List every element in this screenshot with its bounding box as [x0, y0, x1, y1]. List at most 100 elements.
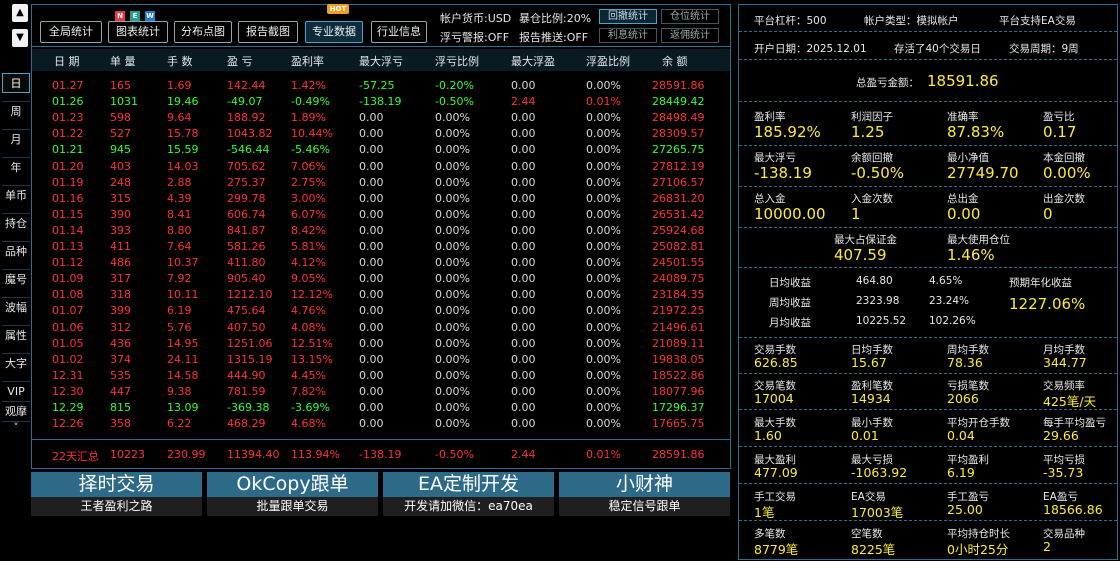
- table-cell: 9.05%: [291, 272, 326, 286]
- table-row[interactable]: 01.14 393 8.80 841.87 8.42% 0.00 0.00% 0.00 0.00…: [32, 224, 730, 239]
- scroll-down-button[interactable]: ▼: [12, 29, 28, 47]
- side-nav: ▲ ▼ 日 周 月 年 单币 持仓 品种 魔号 波幅 属性 大字 VIP 观摩 …: [0, 0, 30, 560]
- industry-info-button[interactable]: 行业信息: [371, 21, 427, 43]
- table-row[interactable]: 01.07 399 6.19 475.64 4.76% 0.00 0.00% 0.00 0.00…: [32, 304, 730, 319]
- chart-stats-button[interactable]: 图表统计: [108, 21, 168, 43]
- side-tab-month[interactable]: 月: [2, 129, 30, 149]
- table-row[interactable]: 01.09 317 7.92 905.40 9.05% 0.00 0.00% 0.00 0.00…: [32, 272, 730, 287]
- table-row[interactable]: 01.06 312 5.76 407.50 4.08% 0.00 0.00% 0.00 0.00…: [32, 321, 730, 336]
- col-balance[interactable]: 余 额: [662, 53, 688, 69]
- side-tab-bigfont[interactable]: 大字: [2, 353, 30, 373]
- side-tab-week[interactable]: 周: [2, 101, 30, 121]
- table-cell: 527: [110, 127, 131, 141]
- table-row[interactable]: 01.15 390 8.41 606.74 6.07% 0.00 0.00% 0.00 0.00…: [32, 208, 730, 223]
- stat-label: 盈亏比: [1043, 111, 1075, 123]
- drawdown-stats-button[interactable]: 回撤统计: [599, 9, 657, 24]
- divider: [739, 337, 1117, 338]
- table-row[interactable]: 12.30 447 9.38 781.59 7.82% 0.00 0.00% 0.00 0.00…: [32, 385, 730, 400]
- col-pnl[interactable]: 盈 亏: [227, 53, 253, 69]
- stat-label: 本金回撤: [1043, 152, 1085, 164]
- table-row[interactable]: 01.08 318 10.11 1212.10 12.12% 0.00 0.00% 0.00 0…: [32, 288, 730, 303]
- table-cell: 0.00%: [586, 191, 621, 205]
- side-tab-magic[interactable]: 魔号: [2, 269, 30, 289]
- promo-ea-dev[interactable]: EA定制开发 开发请加微信：ea70ea: [383, 472, 554, 516]
- global-stats-button[interactable]: 全局统计: [40, 21, 102, 43]
- annual-return-label: 预期年化收益: [1009, 277, 1072, 289]
- table-cell: 0.00%: [586, 401, 621, 414]
- report-push-toggle[interactable]: 报告推送:OFF: [519, 29, 588, 45]
- table-cell: 275.37: [227, 175, 266, 189]
- table-row[interactable]: 01.02 374 24.11 1315.19 13.15% 0.00 0.00% 0.00 0…: [32, 353, 730, 368]
- table-row[interactable]: 12.29 815 13.09 -369.38 -3.69% 0.00 0.00% 0.00 0…: [32, 401, 730, 416]
- table-row[interactable]: 01.13 411 7.64 581.26 5.81% 0.00 0.00% 0.00 0.00…: [32, 240, 730, 255]
- promo-timing-trade[interactable]: 择时交易 王者盈利之路: [31, 472, 202, 516]
- table-row[interactable]: 01.23 598 9.64 188.92 1.89% 0.00 0.00% 0.00 0.00…: [32, 111, 730, 126]
- table-row[interactable]: 01.26 1031 19.46 -49.07 -0.49% -138.19 -0.50% 2…: [32, 95, 730, 110]
- side-tab-currency[interactable]: 单币: [2, 185, 30, 205]
- position-stats-button[interactable]: 仓位统计: [661, 9, 719, 24]
- pro-data-button[interactable]: 专业数据: [305, 21, 363, 43]
- side-tab-observe[interactable]: 观摩: [2, 401, 30, 421]
- rebate-stats-button[interactable]: 返佣统计: [661, 28, 719, 43]
- distribution-chart-button[interactable]: 分布点图: [174, 21, 232, 43]
- side-tab-position[interactable]: 持仓: [2, 213, 30, 233]
- table-cell: 15.78: [167, 127, 199, 141]
- col-lots[interactable]: 手 数: [167, 53, 193, 69]
- table-cell: 0.00: [511, 288, 536, 302]
- summary-balance: 28591.86: [652, 448, 705, 461]
- col-max-float-profit[interactable]: 最大浮盈: [511, 53, 555, 69]
- table-cell: 01.09: [52, 272, 84, 286]
- table-cell: 4.39: [167, 191, 192, 205]
- side-tab-day[interactable]: 日: [2, 73, 30, 93]
- table-cell: 0.00: [511, 368, 536, 382]
- side-tab-range[interactable]: 波幅: [2, 297, 30, 317]
- table-row[interactable]: 12.31 535 14.58 444.90 4.45% 0.00 0.00% 0.00 0.0…: [32, 369, 730, 384]
- table-cell: 318: [110, 288, 131, 302]
- table-cell: 4.68%: [291, 417, 326, 431]
- table-row[interactable]: 01.21 945 15.59 -546.44 -5.46% 0.00 0.00% 0.00 0…: [32, 143, 730, 158]
- table-cell: 0.00: [511, 304, 536, 318]
- table-row[interactable]: 01.27 165 1.69 142.44 1.42% -57.25 -0.20% 0.00 0…: [32, 79, 730, 94]
- side-tab-vip[interactable]: VIP: [2, 381, 30, 401]
- table-row[interactable]: 01.16 315 4.39 299.78 3.00% 0.00 0.00% 0.00 0.00…: [32, 192, 730, 207]
- col-profit-rate[interactable]: 盈利率: [291, 53, 324, 69]
- table-cell: 0.00: [359, 304, 384, 318]
- table-row[interactable]: 01.19 248 2.88 275.37 2.75% 0.00 0.00% 0.00 0.00…: [32, 176, 730, 191]
- floating-loss-alert-toggle[interactable]: 浮亏警报:OFF: [440, 29, 509, 45]
- annual-return-value: 1227.06%: [1009, 295, 1086, 313]
- table-row[interactable]: 01.22 527 15.78 1043.82 10.44% 0.00 0.00% 0.00 0…: [32, 127, 730, 142]
- col-max-float-loss[interactable]: 最大浮亏: [359, 53, 403, 69]
- table-cell: 0.00: [359, 111, 384, 125]
- table-cell: 27265.75: [652, 143, 705, 157]
- col-orders[interactable]: 单 量: [110, 53, 136, 69]
- side-tab-year[interactable]: 年: [2, 157, 30, 177]
- promo-caishen[interactable]: 小财神 稳定信号跟单: [559, 472, 730, 516]
- table-cell: 0.00: [359, 336, 384, 350]
- table-cell: 14.03: [167, 159, 199, 173]
- side-tab-symbol[interactable]: 品种: [2, 241, 30, 261]
- table-cell: 01.14: [52, 223, 84, 237]
- table-cell: 374: [110, 352, 131, 366]
- chevron-down-icon[interactable]: ˅: [2, 421, 30, 435]
- new-badge-e: E: [130, 11, 140, 21]
- stat-value: 0.17: [1043, 123, 1077, 141]
- table-row[interactable]: 01.20 403 14.03 705.62 7.06% 0.00 0.00% 0.00 0.0…: [32, 160, 730, 175]
- interest-stats-button[interactable]: 利息统计: [599, 28, 657, 43]
- promo-title: 小财神: [559, 472, 730, 497]
- table-cell: 1315.19: [227, 352, 273, 366]
- col-date[interactable]: 日 期: [54, 53, 80, 69]
- col-float-profit-ratio[interactable]: 浮盈比例: [586, 53, 630, 69]
- table-row[interactable]: 01.12 486 10.37 411.80 4.12% 0.00 0.00% 0.00 0.0…: [32, 256, 730, 271]
- scroll-up-button[interactable]: ▲: [12, 4, 28, 22]
- promo-okcopy[interactable]: OkCopy跟单 批量跟单交易: [207, 472, 378, 516]
- table-row[interactable]: 12.26 358 6.22 468.29 4.68% 0.00 0.00% 0.00 0.00…: [32, 417, 730, 432]
- col-float-loss-ratio[interactable]: 浮亏比例: [435, 53, 479, 69]
- table-cell: 01.02: [52, 352, 84, 366]
- table-cell: 10.37: [167, 256, 199, 270]
- table-cell: 0.01%: [586, 95, 621, 109]
- table-cell: 12.51%: [291, 336, 333, 350]
- side-tab-attribute[interactable]: 属性: [2, 325, 30, 345]
- table-row[interactable]: 01.05 436 14.95 1251.06 12.51% 0.00 0.00% 0.00 0…: [32, 337, 730, 352]
- divider: [739, 267, 1117, 268]
- report-screenshot-button[interactable]: 报告截图: [238, 21, 298, 43]
